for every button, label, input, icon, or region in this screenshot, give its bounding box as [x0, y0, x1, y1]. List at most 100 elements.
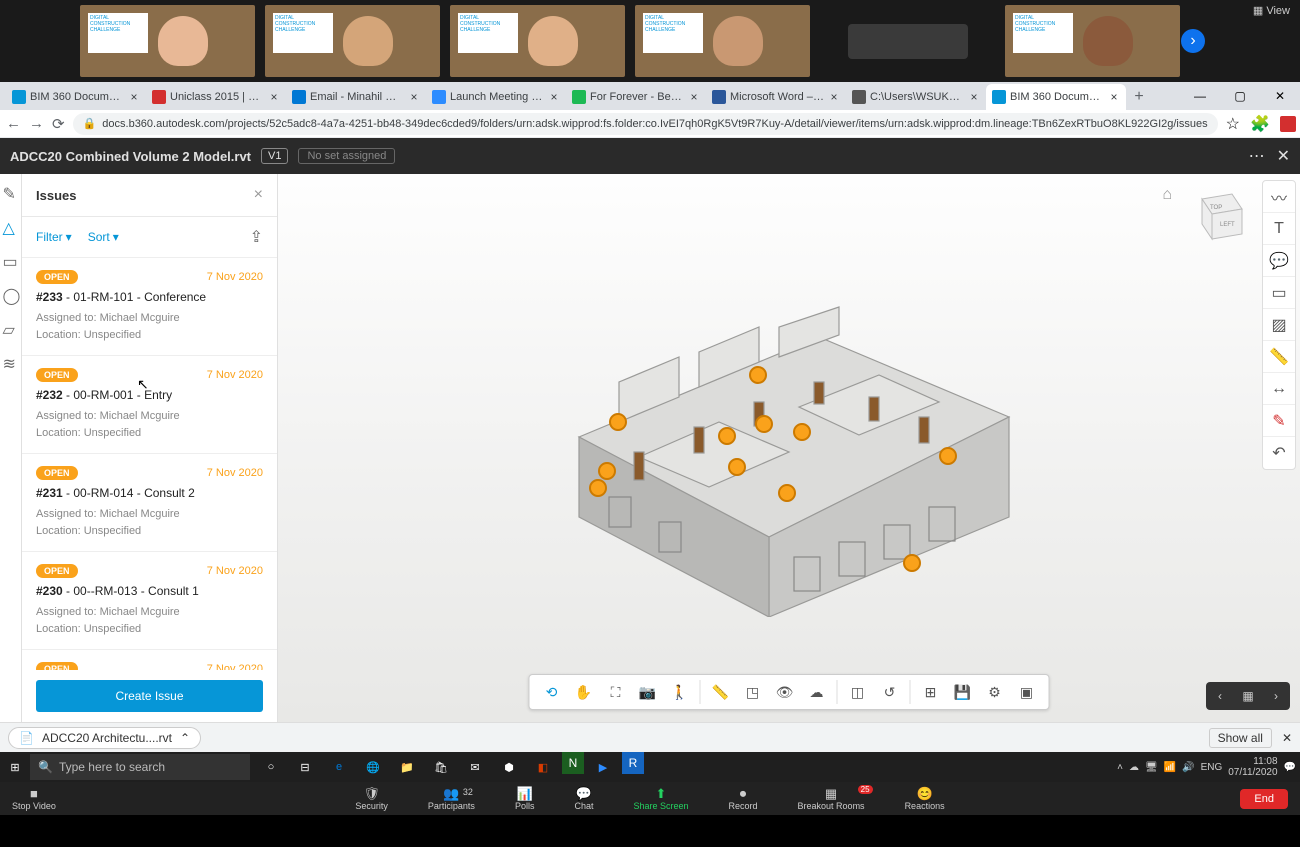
issue-pin[interactable]: [903, 554, 921, 572]
set-badge[interactable]: No set assigned: [298, 148, 395, 164]
issue-pin[interactable]: [755, 415, 773, 433]
layers-icon[interactable]: ≋: [3, 354, 19, 370]
video-tile[interactable]: DIGITAL CONSTRUCTION CHALLENGE: [265, 5, 440, 77]
close-download-bar-icon[interactable]: ✕: [1282, 731, 1292, 745]
issue-pin[interactable]: [793, 423, 811, 441]
address-bar[interactable]: 🔒 docs.b360.autodesk.com/projects/52c5ad…: [73, 113, 1218, 135]
fullscreen-icon[interactable]: ▣: [1011, 677, 1043, 707]
settings-icon[interactable]: ⚙: [979, 677, 1011, 707]
prev-sheet-button[interactable]: ‹: [1206, 682, 1234, 710]
explorer-icon[interactable]: 📁: [392, 752, 422, 782]
close-panel-icon[interactable]: ×: [254, 186, 263, 204]
record-button[interactable]: ⏺Record: [729, 787, 758, 811]
clock[interactable]: 11:0807/11/2020: [1228, 756, 1277, 778]
pan-tool-icon[interactable]: ✋: [568, 677, 600, 707]
notifications-icon[interactable]: 💬: [1284, 762, 1296, 773]
export-icon[interactable]: ⇪: [250, 227, 263, 247]
chevron-up-icon[interactable]: ⌃: [180, 731, 190, 745]
onedrive-icon[interactable]: ☁: [1129, 762, 1139, 773]
section-icon[interactable]: ◳: [737, 677, 769, 707]
issues-icon[interactable]: △: [3, 218, 19, 234]
issue-pin[interactable]: [778, 484, 796, 502]
breakout-rooms-button[interactable]: ▦Breakout Rooms25: [798, 787, 865, 811]
issue-pin[interactable]: [728, 458, 746, 476]
home-icon[interactable]: ⌂: [1162, 186, 1172, 204]
markup-tool-icon[interactable]: 〰: [1263, 181, 1295, 213]
close-icon[interactable]: ×: [688, 91, 700, 103]
markup-icon[interactable]: ✎: [3, 184, 19, 200]
zoom-icon[interactable]: ▶: [588, 752, 618, 782]
sheet-grid-button[interactable]: ▦: [1234, 682, 1262, 710]
zoom-tool-icon[interactable]: ⛶: [600, 677, 632, 707]
minimize-button[interactable]: —: [1180, 82, 1220, 110]
close-icon[interactable]: ✕: [1277, 146, 1290, 166]
issue-item[interactable]: OPEN7 Nov 2020 #230 - 00--RM-013 - Consu…: [22, 552, 277, 650]
video-tile[interactable]: DIGITAL CONSTRUCTION CHALLENGE: [450, 5, 625, 77]
version-badge[interactable]: V1: [261, 148, 288, 164]
maximize-button[interactable]: ▢: [1220, 82, 1260, 110]
security-button[interactable]: 🛡Security: [355, 787, 388, 811]
filter-button[interactable]: Filter ▾: [36, 230, 72, 244]
browser-tab[interactable]: C:\Users\WSUKCAD-3\Doc×: [846, 84, 986, 110]
view-cube[interactable]: TOPLEFT: [1182, 184, 1252, 254]
end-meeting-button[interactable]: End: [1240, 789, 1288, 809]
issue-pin[interactable]: [718, 427, 736, 445]
save-view-icon[interactable]: 💾: [947, 677, 979, 707]
pencil-tool-icon[interactable]: ✎: [1263, 405, 1295, 437]
browser-tab[interactable]: Launch Meeting - Zoom×: [426, 84, 566, 110]
building-model[interactable]: [539, 257, 1039, 617]
text-tool-icon[interactable]: T: [1263, 213, 1295, 245]
issue-pin[interactable]: [609, 413, 627, 431]
chat-button[interactable]: 💬Chat: [574, 787, 593, 811]
close-icon[interactable]: ×: [1108, 91, 1120, 103]
callout-tool-icon[interactable]: 💬: [1263, 245, 1295, 277]
tray-chevron-icon[interactable]: ˄: [1117, 762, 1123, 773]
browser-tab-active[interactable]: BIM 360 Document Manag×: [986, 84, 1126, 110]
extension-icon[interactable]: [1280, 116, 1296, 132]
close-icon[interactable]: ×: [968, 91, 980, 103]
close-window-button[interactable]: ✕: [1260, 82, 1300, 110]
orbit-tool-icon[interactable]: ⟲: [536, 677, 568, 707]
close-icon[interactable]: ×: [268, 91, 280, 103]
explode-icon[interactable]: 👁: [769, 677, 801, 707]
volume-icon[interactable]: 🔊: [1182, 762, 1194, 773]
next-videos-button[interactable]: ›: [1181, 29, 1205, 53]
close-icon[interactable]: ×: [828, 91, 840, 103]
language-indicator[interactable]: ENG: [1201, 762, 1223, 773]
rectangle-tool-icon[interactable]: ▭: [1263, 277, 1295, 309]
stop-video-button[interactable]: ■Stop Video: [12, 787, 56, 811]
close-icon[interactable]: ×: [548, 91, 560, 103]
walk-tool-icon[interactable]: 🚶: [664, 677, 696, 707]
browser-tab[interactable]: Microsoft Word – ch13 con×: [706, 84, 846, 110]
rfi-icon[interactable]: ◯: [3, 286, 19, 302]
chrome-icon[interactable]: 🌐: [358, 752, 388, 782]
issue-pin[interactable]: [589, 479, 607, 497]
issue-pin[interactable]: [749, 366, 767, 384]
new-tab-button[interactable]: +: [1126, 84, 1152, 110]
store-icon[interactable]: 🛍: [426, 752, 456, 782]
forward-button[interactable]: →: [29, 113, 44, 135]
navisworks-icon[interactable]: N: [562, 752, 584, 774]
browser-tab[interactable]: Email - Minahil Nawaz - O×: [286, 84, 426, 110]
measure-tool-icon[interactable]: 📏: [1263, 341, 1295, 373]
close-icon[interactable]: ×: [128, 91, 140, 103]
video-tile[interactable]: DIGITAL CONSTRUCTION CHALLENGE: [80, 5, 255, 77]
reactions-button[interactable]: 😊Reactions: [905, 787, 945, 811]
reload-button[interactable]: ⟳: [52, 113, 65, 135]
show-all-button[interactable]: Show all: [1209, 728, 1272, 748]
video-tile[interactable]: DIGITAL CONSTRUCTION CHALLENGE: [1005, 5, 1180, 77]
start-button[interactable]: ⊞: [0, 752, 30, 782]
reset-icon[interactable]: ↺: [874, 677, 906, 707]
undo-tool-icon[interactable]: ↶: [1263, 437, 1295, 469]
next-sheet-button[interactable]: ›: [1262, 682, 1290, 710]
sort-button[interactable]: Sort ▾: [88, 230, 119, 244]
split-view-icon[interactable]: ◫: [842, 677, 874, 707]
view-button[interactable]: ▦ View: [1253, 4, 1290, 17]
tray-icon[interactable]: 🖥: [1145, 762, 1158, 773]
task-view-icon[interactable]: ⊟: [290, 752, 320, 782]
highlight-tool-icon[interactable]: ▨: [1263, 309, 1295, 341]
revit-icon[interactable]: R: [622, 752, 644, 774]
video-tile[interactable]: DIGITAL CONSTRUCTION CHALLENGE: [635, 5, 810, 77]
issue-item[interactable]: OPEN7 Nov 2020 #231 - 00-RM-014 - Consul…: [22, 454, 277, 552]
browser-tab[interactable]: BIM 360 Document Manag×: [6, 84, 146, 110]
